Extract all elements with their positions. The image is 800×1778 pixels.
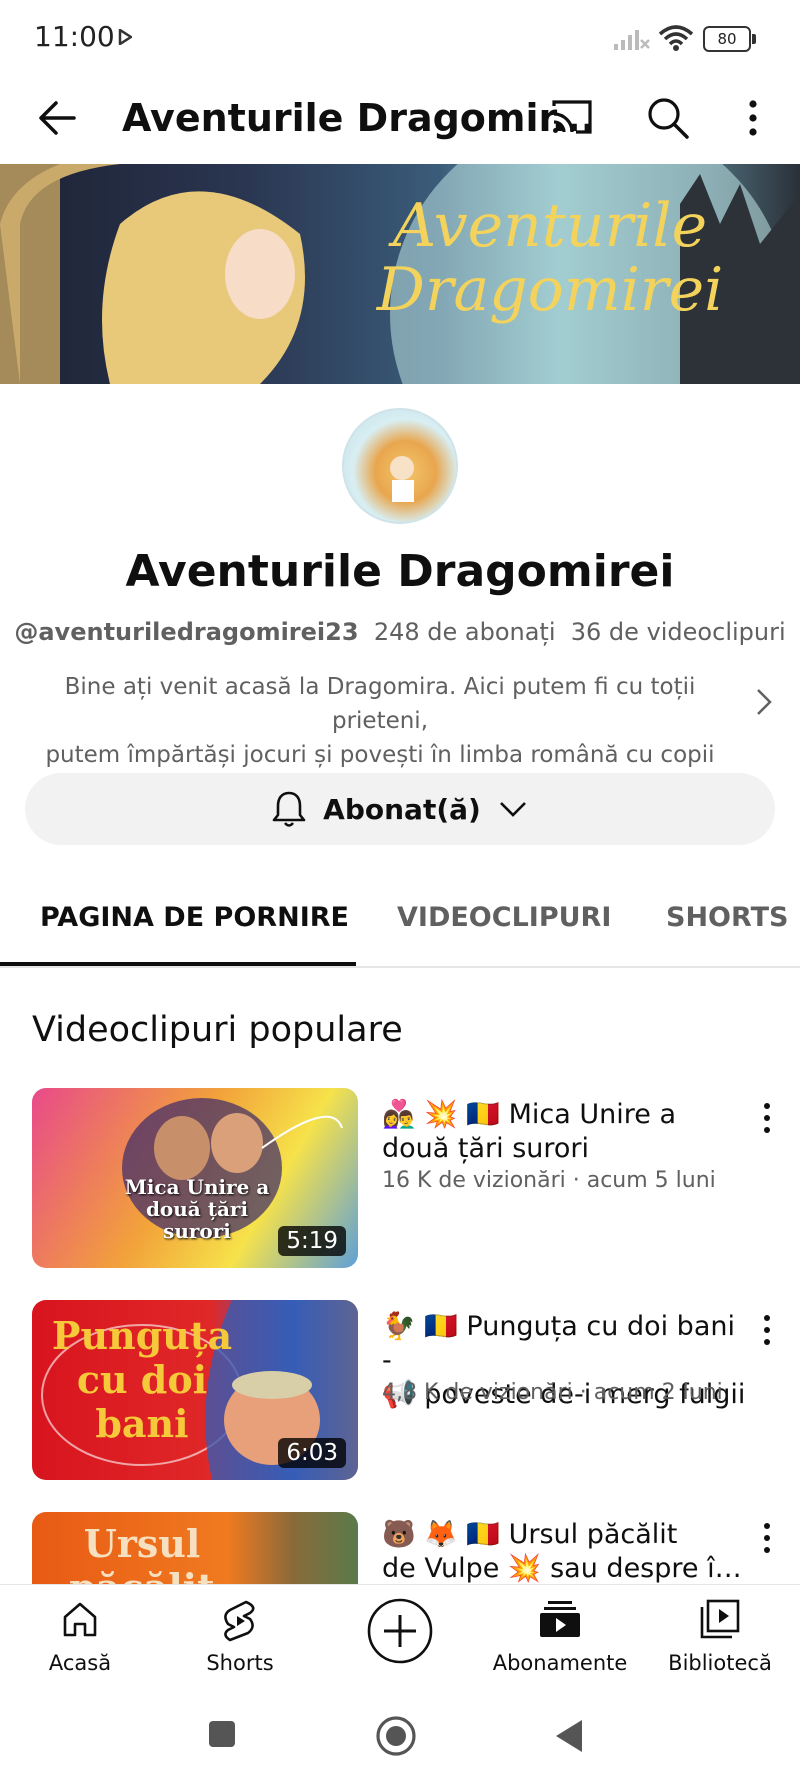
video-list-item[interactable]: Mica Unire a două țări surori 5:19 👩‍❤️‍…	[32, 1088, 772, 1268]
wifi-icon	[658, 25, 694, 51]
video-thumbnail[interactable]: Mica Unire a două țări surori 5:19	[32, 1088, 358, 1268]
video-title-line: două țări surori	[382, 1133, 590, 1164]
nav-subscriptions[interactable]: Abonamente	[485, 1585, 635, 1695]
shorts-icon	[224, 1600, 255, 1642]
battery-indicator: 80	[703, 26, 756, 52]
video-title-line: 👩‍❤️‍👨 💥 🇷🇴 Mica Unire a	[382, 1099, 676, 1130]
thumbnail-text: Mica Unire a două țări surori	[124, 1175, 270, 1243]
thumbnail-text: Punguța cu doi bani	[51, 1313, 233, 1446]
banner-title: Aventurile Dragomirei	[340, 194, 760, 322]
channel-meta: @aventuriledragomirei23 248 de abonați 3…	[0, 618, 800, 646]
nav-library[interactable]: Bibliotecă	[645, 1585, 795, 1695]
nav-shorts[interactable]: Shorts	[165, 1585, 315, 1695]
home-system-icon[interactable]	[374, 1714, 418, 1758]
video-title-line: de Vulpe 💥 sau despre î…	[382, 1553, 742, 1584]
nav-label: Acasă	[48, 1651, 112, 1675]
back-arrow-icon[interactable]	[30, 90, 86, 146]
subscriber-count: 248 de abonați	[373, 618, 556, 646]
video-title-line: 🐓 🇷🇴 Punguța cu doi bani -	[382, 1311, 735, 1376]
tab-selected-indicator	[0, 962, 356, 966]
thumbnail-text: Ursul păcălit	[69, 1521, 214, 1585]
description-line: Bine ați venit acasă la Dragomira. Aici …	[64, 674, 696, 734]
channel-handle: @aventuriledragomirei23	[14, 618, 359, 646]
subscribed-button[interactable]: Abonat(ă)	[25, 773, 775, 845]
video-more-options-icon[interactable]	[752, 1308, 782, 1352]
video-title: 👩‍❤️‍👨 💥 🇷🇴 Mica Unire a două țări suror…	[382, 1098, 752, 1166]
library-icon	[700, 1599, 740, 1639]
banner-title-line2: Dragomirei	[376, 255, 724, 325]
video-meta: 4,8 K de vizionări · acum 2 luni	[382, 1380, 723, 1405]
video-duration: 6:03	[278, 1438, 346, 1468]
nav-create[interactable]	[325, 1585, 475, 1695]
tab-videos[interactable]: VIDEOCLIPURI	[397, 870, 611, 966]
system-navigation-bar	[0, 1694, 800, 1778]
subscribed-label: Abonat(ă)	[323, 792, 481, 826]
recent-apps-icon[interactable]	[206, 1718, 238, 1750]
channel-name: Aventurile Dragomirei	[125, 546, 675, 597]
search-icon[interactable]	[640, 90, 696, 146]
video-title: 🐻 🦊 🇷🇴 Ursul păcălit de Vulpe 💥 sau desp…	[382, 1518, 752, 1584]
more-options-icon[interactable]	[730, 90, 776, 146]
video-list-item[interactable]: Punguța cu doi bani 6:03 🐓 🇷🇴 Punguța cu…	[32, 1300, 772, 1480]
video-more-options-icon[interactable]	[752, 1516, 772, 1560]
bell-icon	[272, 791, 306, 827]
nav-label: Bibliotecă	[668, 1651, 772, 1675]
subscriptions-icon	[540, 1601, 580, 1637]
chevron-right-icon[interactable]	[752, 684, 776, 720]
video-count: 36 de videoclipuri	[570, 618, 786, 646]
channel-tabs: PAGINA DE PORNIRE VIDEOCLIPURI SHORTS	[0, 870, 800, 968]
play-store-notification-icon	[118, 29, 132, 45]
app-bar-title: Aventurile Dragomir...	[122, 96, 596, 140]
section-title: Videoclipuri populare	[32, 1010, 403, 1050]
nav-label: Abonamente	[492, 1651, 628, 1675]
video-title-line: 🐻 🦊 🇷🇴 Ursul păcălit	[382, 1519, 678, 1550]
chevron-down-icon	[499, 802, 526, 817]
video-list-item[interactable]: Ursul păcălit 🐻 🦊 🇷🇴 Ursul păcălit de Vu…	[32, 1512, 772, 1584]
tab-shorts[interactable]: SHORTS	[666, 870, 788, 966]
bottom-navigation: Acasă Shorts Abonamente Bibliotecă	[0, 1584, 800, 1695]
avatar-moon-illustration	[361, 430, 434, 503]
video-thumbnail[interactable]: Punguța cu doi bani 6:03	[32, 1300, 358, 1480]
status-bar: 11:00 80	[0, 0, 800, 78]
create-plus-icon	[367, 1598, 433, 1664]
status-time: 11:00	[34, 20, 115, 53]
banner-title-line1: Aventurile	[392, 191, 708, 261]
video-more-options-icon[interactable]	[752, 1096, 782, 1140]
back-system-icon[interactable]	[552, 1716, 586, 1756]
home-icon	[63, 1602, 97, 1637]
tab-home[interactable]: PAGINA DE PORNIRE	[40, 870, 349, 966]
video-meta: 16 K de vizionări · acum 5 luni	[382, 1168, 716, 1193]
channel-banner: Aventurile Dragomirei	[0, 164, 800, 384]
video-thumbnail[interactable]: Ursul păcălit	[32, 1512, 358, 1584]
subscribed-button-content: Abonat(ă)	[25, 773, 775, 845]
nav-label: Shorts	[206, 1651, 274, 1675]
cast-icon[interactable]	[546, 92, 598, 144]
signal-icon	[614, 30, 650, 50]
video-duration: 5:19	[278, 1226, 346, 1256]
nav-home[interactable]: Acasă	[5, 1585, 155, 1695]
channel-avatar[interactable]	[342, 408, 458, 524]
